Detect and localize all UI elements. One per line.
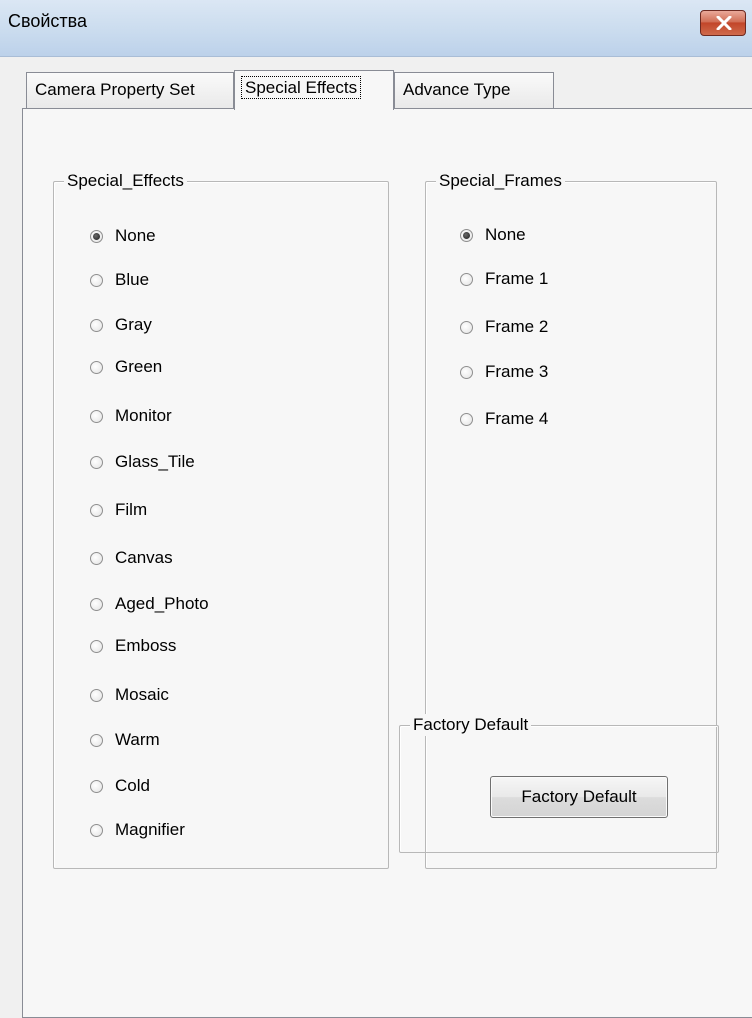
radio-button[interactable] [90, 823, 103, 837]
radio-label: Frame 1 [485, 269, 549, 288]
radio-label: None [485, 225, 526, 244]
radio-button[interactable] [90, 597, 103, 611]
effect-radio-monitor[interactable]: Monitor [90, 404, 172, 428]
radio-button[interactable] [90, 779, 103, 793]
special-effects-caption: Special_Effects [64, 170, 187, 192]
radio-button[interactable] [90, 733, 103, 747]
radio-label: Mosaic [115, 685, 169, 704]
factory-default-button[interactable]: Factory Default [490, 776, 668, 818]
radio-label: Magnifier [115, 820, 185, 839]
tab-camera-property-set[interactable]: Camera Property Set [26, 72, 234, 108]
special-effects-group: Special_Effects None Blue Gray Green Mon… [53, 170, 389, 869]
radio-button[interactable] [460, 320, 473, 334]
radio-button[interactable] [90, 318, 103, 332]
tab-label: Advance Type [403, 80, 511, 99]
radio-button[interactable] [90, 688, 103, 702]
effect-radio-film[interactable]: Film [90, 498, 147, 522]
radio-label: Canvas [115, 548, 173, 567]
radio-button[interactable] [90, 409, 103, 423]
radio-label: Cold [115, 776, 150, 795]
radio-button[interactable] [460, 272, 473, 286]
radio-label: Frame 2 [485, 317, 549, 336]
tab-panel-special-effects: Special_Effects None Blue Gray Green Mon… [22, 108, 752, 1018]
radio-label: Frame 4 [485, 409, 549, 428]
radio-label: Film [115, 500, 148, 519]
effect-radio-blue[interactable]: Blue [90, 268, 149, 292]
effect-radio-canvas[interactable]: Canvas [90, 546, 173, 570]
radio-button[interactable] [90, 229, 103, 243]
radio-label: Glass_Tile [115, 452, 195, 471]
effect-radio-emboss[interactable]: Emboss [90, 634, 176, 658]
radio-button[interactable] [90, 455, 103, 469]
title-bar[interactable]: Свойства [0, 0, 752, 57]
radio-label: Aged_Photo [115, 594, 209, 613]
frame-radio-frame-3[interactable]: Frame 3 [460, 360, 548, 384]
radio-button[interactable] [90, 503, 103, 517]
radio-label: Gray [115, 315, 152, 334]
radio-button[interactable] [90, 639, 103, 653]
radio-button[interactable] [90, 360, 103, 374]
radio-label: Warm [115, 730, 160, 749]
tab-label: Camera Property Set [35, 80, 195, 99]
radio-label: Frame 3 [485, 362, 549, 381]
tab-special-effects[interactable]: Special Effects [234, 70, 394, 110]
frame-radio-none[interactable]: None [460, 223, 526, 247]
effect-radio-glass-tile[interactable]: Glass_Tile [90, 450, 195, 474]
radio-button[interactable] [90, 273, 103, 287]
radio-button[interactable] [460, 412, 473, 426]
effect-radio-cold[interactable]: Cold [90, 774, 150, 798]
radio-button[interactable] [90, 551, 103, 565]
radio-label: Emboss [115, 636, 177, 655]
effect-radio-aged-photo[interactable]: Aged_Photo [90, 592, 209, 616]
effect-radio-mosaic[interactable]: Mosaic [90, 683, 169, 707]
radio-label: Green [115, 357, 163, 376]
properties-dialog: Свойства Camera Property Set Special Eff… [0, 0, 752, 1018]
radio-label: Monitor [115, 406, 172, 425]
close-icon [716, 16, 732, 30]
effect-radio-green[interactable]: Green [90, 355, 162, 379]
frame-radio-frame-4[interactable]: Frame 4 [460, 407, 548, 431]
special-frames-caption: Special_Frames [436, 170, 565, 192]
tab-label: Special Effects [240, 76, 362, 99]
factory-default-caption: Factory Default [410, 714, 532, 736]
frame-radio-frame-1[interactable]: Frame 1 [460, 267, 548, 291]
effect-radio-magnifier[interactable]: Magnifier [90, 818, 185, 842]
effect-radio-none[interactable]: None [90, 224, 156, 248]
factory-default-group: Factory Default Factory Default [399, 714, 719, 853]
close-button[interactable] [700, 10, 746, 36]
radio-button[interactable] [460, 228, 473, 242]
window-title: Свойства [8, 11, 88, 31]
radio-label: Blue [115, 270, 150, 289]
radio-label: None [115, 226, 156, 245]
radio-button[interactable] [460, 365, 473, 379]
frame-radio-frame-2[interactable]: Frame 2 [460, 315, 548, 339]
effect-radio-warm[interactable]: Warm [90, 728, 160, 752]
effect-radio-gray[interactable]: Gray [90, 313, 152, 337]
tab-advance-type[interactable]: Advance Type [394, 72, 554, 108]
